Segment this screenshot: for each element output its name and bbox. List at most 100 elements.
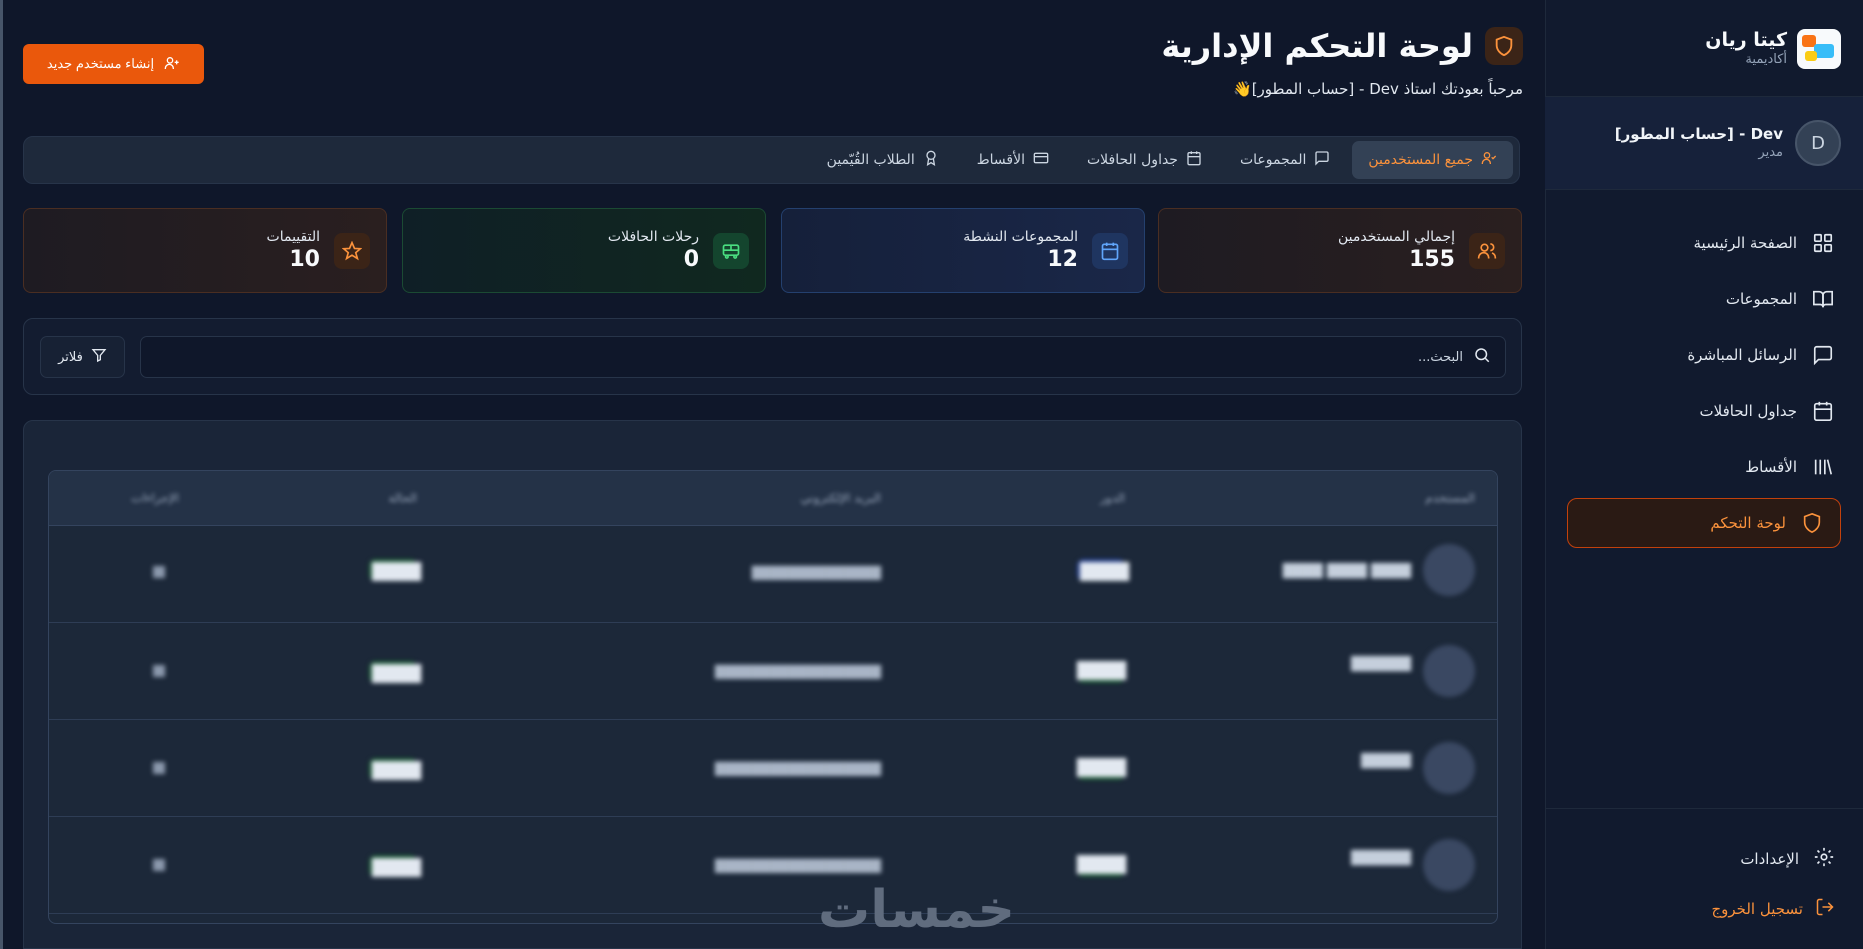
column-header-actions: الإجراءات [131,491,179,505]
status-badge: ████ [369,559,421,581]
stat-label: المجموعات النشطة [963,228,1078,245]
shield-icon [1800,511,1824,535]
filter-button[interactable]: فلاتر [40,336,125,378]
sidebar-item-label: جداول الحافلات [1699,402,1797,420]
row-action-icon[interactable] [153,665,165,677]
stat-value: 0 [683,246,699,272]
divider [1545,808,1863,809]
users-table: المستخدم الدور البريد الإلكتروني الحالة … [48,470,1498,924]
calendar-icon [1092,232,1128,269]
stat-value: 155 [1409,246,1455,272]
sidebar-item-dashboard[interactable]: لوحة التحكم [1567,498,1841,548]
shield-icon [1485,27,1523,65]
stat-card-ratings: التقييمات 10 [23,208,387,293]
users-table-panel: المستخدم الدور البريد الإلكتروني الحالة … [23,420,1522,949]
gear-icon [1813,846,1835,872]
tab-bus-schedules[interactable]: جداول الحافلات [1071,141,1218,179]
table-row[interactable]: ██████ ████ ██████████████████ ████ [49,817,1497,914]
tab-bar: جميع المستخدمين المجموعات جداول الحافلات… [23,136,1520,184]
brand[interactable]: كيتا ريان أكاديمية [1567,26,1841,72]
user-name: █████ [1361,754,1411,769]
role-badge: ████ [1077,758,1126,780]
sidebar-item-label: الصفحة الرئيسية [1693,234,1798,252]
role-badge: ████ [1077,855,1126,877]
filter-label: فلاتر [58,349,83,365]
user-email: ██████████████████ [714,859,881,873]
table-row[interactable]: ████ ████ ████ ████ ██████████████ ████ [49,526,1497,623]
table-header: المستخدم الدور البريد الإلكتروني الحالة … [49,471,1497,526]
settings-label: الإعدادات [1740,850,1799,868]
welcome-message: مرحباً بعودتك استاذ Dev - [حساب المطور]👋 [1233,80,1523,98]
chat-icon [1811,343,1835,367]
page-header: لوحة التحكم الإدارية [1161,26,1523,66]
profile-name: Dev - [حساب المطور] [1614,125,1783,143]
sidebar-item-label: المجموعات [1725,290,1797,308]
user-email: ██████████████ [751,566,881,580]
tab-groups[interactable]: المجموعات [1224,141,1346,179]
brand-name: كيتا ريان [1705,29,1787,51]
book-icon [1811,287,1835,311]
row-action-icon[interactable] [153,762,165,774]
stat-value: 12 [1047,246,1078,272]
card-icon [1033,150,1049,170]
sidebar-item-home[interactable]: الصفحة الرئيسية [1567,218,1841,268]
search-box[interactable] [140,336,1506,378]
avatar [1423,645,1475,697]
table-row[interactable]: █████ ████ ██████████████████ ████ [49,720,1497,817]
sidebar-item-installments[interactable]: الأقساط [1567,442,1841,492]
sidebar-item-label: لوحة التحكم [1710,514,1786,532]
logout-link[interactable]: تسجيل الخروج [1711,897,1835,921]
user-email: ██████████████████ [714,665,881,679]
tab-label: جميع المستخدمين [1368,152,1473,168]
table-row[interactable]: ██████ ████ ██████████████████ ████ [49,623,1497,720]
tab-outstanding-students[interactable]: الطلاب القُيّمين [811,141,955,179]
create-user-button[interactable]: إنشاء مستخدم جديد [23,44,204,84]
create-user-label: إنشاء مستخدم جديد [46,56,155,71]
sidebar-item-bus-schedules[interactable]: جداول الحافلات [1567,386,1841,436]
logout-icon [1815,897,1835,921]
status-badge: ████ [369,758,421,780]
stat-card-bus-trips: رحلات الحافلات 0 [402,208,766,293]
sidebar-item-groups[interactable]: المجموعات [1567,274,1841,324]
avatar [1423,544,1475,596]
bus-icon [713,232,749,269]
user-email: ██████████████████ [714,762,881,776]
logout-label: تسجيل الخروج [1711,900,1803,918]
row-action-icon[interactable] [153,859,165,871]
status-badge: ████ [369,661,421,683]
user-plus-icon [164,55,180,74]
watermark: خمسات [818,880,1016,940]
stat-value: 10 [289,246,320,272]
role-badge: ████ [1077,559,1129,581]
search-panel: فلاتر [23,318,1522,395]
sidebar-item-label: الأقساط [1745,458,1797,476]
column-header-role: الدور [1100,491,1125,505]
tab-label: الأقساط [976,152,1025,168]
user-name: ██████ [1351,657,1411,672]
profile-card[interactable]: D Dev - [حساب المطور] مدير [1545,96,1863,190]
tab-all-users[interactable]: جميع المستخدمين [1352,141,1513,179]
column-header-user: المستخدم [1425,491,1475,505]
settings-link[interactable]: الإعدادات [1740,846,1835,872]
avatar [1423,839,1475,891]
avatar [1423,742,1475,794]
role-badge: ████ [1077,661,1126,683]
profile-role: مدير [1758,145,1783,160]
sidebar-item-label: الرسائل المباشرة [1687,346,1797,364]
sidebar-item-messages[interactable]: الرسائل المباشرة [1567,330,1841,380]
row-action-icon[interactable] [153,566,165,578]
search-icon [1473,346,1491,368]
award-icon [923,150,939,170]
user-check-icon [1481,150,1497,170]
search-input[interactable] [163,349,1463,365]
avatar: D [1795,120,1841,166]
calendar-icon [1811,399,1835,423]
user-name: ██████ [1351,851,1411,866]
sidebar: كيتا ريان أكاديمية D Dev - [حساب المطور]… [1545,0,1863,949]
calendar-icon [1186,150,1202,170]
column-header-email: البريد الإلكتروني [800,491,881,505]
tab-installments[interactable]: الأقساط [961,141,1065,179]
stat-label: رحلات الحافلات [607,228,699,245]
status-badge: ████ [369,855,421,877]
page-title: لوحة التحكم الإدارية [1161,27,1473,65]
